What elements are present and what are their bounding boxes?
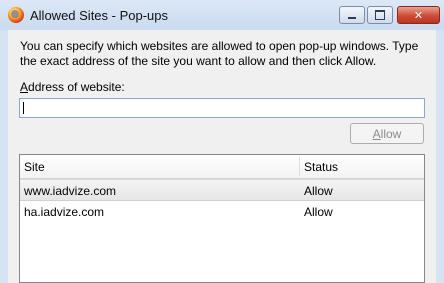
maximize-button[interactable] <box>367 6 393 24</box>
sites-list[interactable]: Site Status www.iadvize.com Allow ha.iad… <box>19 154 425 283</box>
column-header-site[interactable]: Site <box>24 160 45 174</box>
list-header: Site Status <box>20 155 424 179</box>
title-bar[interactable]: Allowed Sites - Pop-ups ✕ <box>0 0 444 30</box>
address-label-accel: A <box>20 80 29 94</box>
column-header-status[interactable]: Status <box>304 160 338 174</box>
maximize-icon <box>375 10 385 20</box>
window-title: Allowed Sites - Pop-ups <box>30 8 169 23</box>
close-icon: ✕ <box>413 9 424 22</box>
status-cell: Allow <box>304 184 333 198</box>
column-divider[interactable] <box>299 157 300 176</box>
dialog-body: You can specify which websites are allow… <box>8 30 436 283</box>
address-input[interactable] <box>19 98 425 118</box>
address-label-text: ddress of website: <box>28 80 125 94</box>
allow-button[interactable]: Allow <box>350 123 424 144</box>
description-text: You can specify which websites are allow… <box>20 39 419 68</box>
minimize-button[interactable] <box>339 6 365 24</box>
status-cell: Allow <box>304 205 333 219</box>
allowed-sites-dialog: Allowed Sites - Pop-ups ✕ You can specif… <box>0 0 444 283</box>
allow-button-label: llow <box>380 126 402 141</box>
table-row[interactable]: www.iadvize.com Allow <box>20 179 424 201</box>
firefox-icon <box>8 7 24 23</box>
table-row[interactable]: ha.iadvize.com Allow <box>20 201 424 223</box>
allow-button-accel: A <box>372 126 381 141</box>
minimize-icon <box>348 17 356 19</box>
address-label: Address of website: <box>20 80 125 94</box>
close-button[interactable]: ✕ <box>397 6 440 24</box>
site-cell: www.iadvize.com <box>24 184 117 198</box>
site-cell: ha.iadvize.com <box>24 205 105 219</box>
text-caret <box>23 102 24 114</box>
